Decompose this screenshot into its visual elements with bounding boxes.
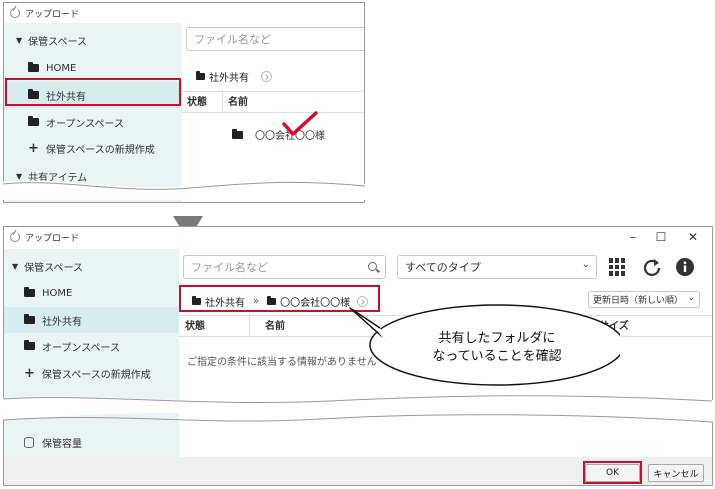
top-breadcrumb: 社外共有 [196,69,272,84]
grid-view-icon[interactable] [609,258,627,276]
sidebar-item-label: HOME [42,287,73,299]
column-divider [249,316,250,336]
chevron-down-icon: ⌄ [687,293,695,303]
search-placeholder: ファイル名など [194,33,271,46]
close-button[interactable]: ✕ [686,230,700,244]
column-divider [222,92,223,112]
create-space-label: 保管スペースの新規作成 [45,144,155,156]
top-highlight-box [5,78,181,106]
triangle-down-icon: ▼ [16,35,23,45]
bottom-sidebar-item-open-space[interactable]: オープンスペース [4,333,179,359]
type-select-value: すべてのタイプ [405,261,481,274]
callout-line-2: なっていることを確認 [432,349,562,364]
tear-edge-top [0,180,366,200]
top-window-title: アップロード [25,9,80,20]
bottom-sidebar-item-home[interactable]: HOME [4,280,179,306]
column-header-status[interactable]: 状態 [187,96,207,110]
bottom-create-space-button[interactable]: + 保管スペースの新規作成 [4,360,179,386]
top-create-space-button[interactable]: + 保管スペースの新規作成 [4,135,182,161]
minimize-button[interactable]: – [626,230,640,244]
storage-label: 保管容量 [42,438,82,450]
bottom-titlebar: アップロード [4,227,712,247]
top-titlebar: アップロード [4,3,364,23]
sidebar-item-label: オープンスペース [42,342,120,354]
type-select[interactable]: すべてのタイプ ⌄ [397,255,597,279]
top-sidebar-item-open-space[interactable]: オープンスペース [4,109,182,135]
top-sidebar-section[interactable]: ▼ 保管スペース [4,27,182,53]
column-header-name[interactable]: 名前 [265,320,285,334]
column-header-status[interactable]: 状態 [185,320,205,334]
cancel-button[interactable]: キャンセル [648,464,704,482]
folder-icon [24,340,35,350]
create-space-label: 保管スペースの新規作成 [41,369,151,381]
bottom-section-label: 保管スペース [24,262,83,274]
sidebar-item-label: HOME [46,62,77,74]
bottom-sidebar-item-external-share[interactable]: 社外共有 [4,307,179,333]
refresh-icon[interactable] [642,257,662,277]
sidebar-item-label: オープンスペース [46,118,124,130]
storage-capacity-item[interactable]: 保管容量 [4,429,179,455]
plus-icon: + [24,365,35,381]
top-table-header: 状態 名前 [182,91,364,113]
breadcrumb-item[interactable]: 社外共有 [209,69,249,84]
top-search-input[interactable]: ファイル名など [186,27,364,51]
chevron-right-icon[interactable] [261,71,272,82]
folder-icon [24,287,35,297]
search-placeholder: ファイル名など [191,261,268,274]
ok-highlight-box [583,461,642,484]
folder-icon [232,128,243,139]
app-logo-icon [10,232,20,242]
plus-icon: + [28,140,39,156]
bottom-window-title: アップロード [25,233,80,244]
folder-icon [28,116,39,126]
triangle-down-icon: ▼ [12,261,19,271]
top-section-label: 保管スペース [28,36,87,48]
check-mark-icon [282,111,318,136]
callout-text: 共有したフォルダに なっていることを確認 [392,330,602,366]
column-header-name[interactable]: 名前 [228,96,248,110]
chevron-down-icon: ⌄ [581,259,590,270]
app-logo-icon [10,8,20,18]
info-icon[interactable] [675,257,695,277]
database-icon [24,436,34,448]
tear-band-bottom [0,394,715,423]
folder-icon [28,62,39,72]
bottom-sidebar-section[interactable]: ▼ 保管スペース [4,253,179,279]
callout-line-1: 共有したフォルダに [438,331,556,346]
maximize-button[interactable]: ☐ [654,230,668,244]
folder-icon [24,314,35,324]
search-icon[interactable] [368,262,377,271]
bottom-search-input[interactable]: ファイル名など [183,255,386,279]
sidebar-item-label: 社外共有 [42,316,82,328]
folder-icon [196,71,205,80]
